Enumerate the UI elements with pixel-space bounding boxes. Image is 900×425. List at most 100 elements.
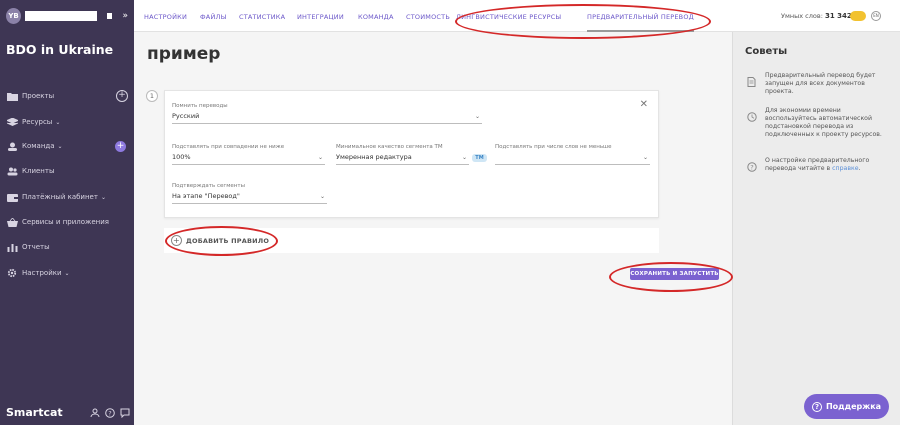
sidebar-item-services[interactable]: Сервисы и приложения bbox=[6, 213, 130, 231]
sidebar-item-label: Отчеты bbox=[22, 243, 50, 251]
double-chevron-icon[interactable]: » bbox=[122, 11, 128, 21]
redacted-username bbox=[25, 11, 97, 21]
sidebar-item-label: Ресурсы bbox=[22, 118, 53, 126]
main-content: пример 1 ✕ Помнить переводы Русский ⌄ По… bbox=[134, 32, 732, 425]
tips-title: Советы bbox=[745, 46, 788, 57]
workspace-title: BDO in Ukraine bbox=[6, 42, 114, 57]
quality-label: Минимальное качество сегмента ТМ bbox=[336, 144, 443, 150]
sidebar-bottom: Smartcat ? bbox=[6, 406, 130, 419]
close-icon[interactable]: ✕ bbox=[640, 99, 648, 110]
sidebar-item-label: Команда bbox=[22, 142, 55, 150]
support-label: Поддержка bbox=[825, 402, 882, 411]
chevron-down-icon: ⌄ bbox=[474, 113, 480, 120]
tip-text: Предварительный перевод будет запущен дл… bbox=[765, 72, 876, 95]
sidebar-top: YB » bbox=[0, 0, 134, 32]
sidebar-item-label: Клиенты bbox=[22, 167, 55, 175]
words-min-field: Подставлять при числе слов не меньше ⌄ bbox=[495, 144, 650, 165]
question-icon: ? bbox=[747, 157, 757, 172]
sidebar-item-team[interactable]: Команда ⌄ bbox=[6, 137, 130, 155]
page-title: пример bbox=[147, 44, 221, 64]
words-min-label: Подставлять при числе слов не меньше bbox=[495, 144, 612, 150]
quality-value: Умеренная редактура bbox=[336, 153, 412, 161]
coin-toggle-icon[interactable] bbox=[850, 11, 866, 21]
help-icon[interactable]: ? bbox=[105, 407, 115, 418]
tab-pretranslation[interactable]: ПРЕДВАРИТЕЛЬНЫЙ ПЕРЕВОД bbox=[587, 13, 694, 21]
chevron-down-icon: ⌄ bbox=[461, 154, 467, 161]
tab-integrations[interactable]: ИНТЕГРАЦИИ bbox=[297, 13, 344, 21]
rule-number: 1 bbox=[146, 90, 158, 102]
tab-files[interactable]: ФАЙЛЫ bbox=[200, 13, 227, 21]
save-and-run-button[interactable]: СОХРАНИТЬ И ЗАПУСТИТЬ bbox=[630, 268, 719, 280]
basket-icon bbox=[6, 217, 18, 227]
team-icon bbox=[6, 141, 18, 151]
sidebar-item-label: Платёжный кабинет bbox=[22, 193, 98, 201]
reports-icon bbox=[6, 242, 18, 252]
sidebar-item-clients[interactable]: Клиенты bbox=[6, 162, 130, 180]
tab-settings[interactable]: НАСТРОЙКИ bbox=[144, 13, 187, 21]
sidebar-item-reports[interactable]: Отчеты bbox=[6, 238, 130, 256]
avatar[interactable]: YB bbox=[6, 8, 22, 24]
sidebar: YB » BDO in Ukraine Проекты + Ресурсы ⌄ … bbox=[0, 0, 134, 425]
clock-icon bbox=[747, 107, 757, 122]
smart-words-value: 31 342 bbox=[824, 12, 852, 20]
tab-cost[interactable]: СТОИМОСТЬ bbox=[406, 13, 450, 21]
tab-statistics[interactable]: СТАТИСТИКА bbox=[239, 13, 285, 21]
tip-text: О настройке предварительного перевода чи… bbox=[765, 157, 870, 172]
smart-words-label: Умных слов: bbox=[781, 12, 823, 20]
chevron-down-icon: ⌄ bbox=[55, 118, 61, 126]
sidebar-item-resources[interactable]: Ресурсы ⌄ bbox=[6, 113, 130, 131]
tm-badge: ТМ bbox=[472, 154, 487, 162]
memory-label: Помнить переводы bbox=[172, 103, 228, 109]
words-min-select[interactable]: ⌄ bbox=[495, 153, 650, 165]
question-icon: ? bbox=[811, 401, 822, 412]
tip-item: Для экономии времени воспользуйтесь авто… bbox=[747, 107, 892, 139]
confirm-field: Подтверждать сегменты На этапе "Перевод"… bbox=[172, 183, 327, 204]
tips-panel: Советы Предварительный перевод будет зап… bbox=[732, 32, 900, 425]
memory-field: Помнить переводы Русский ⌄ bbox=[172, 103, 482, 124]
team-icon[interactable] bbox=[90, 408, 100, 418]
tip-text: Для экономии времени воспользуйтесь авто… bbox=[765, 107, 882, 138]
language-switcher[interactable]: EN bbox=[871, 11, 881, 21]
chevron-down-icon: ⌄ bbox=[57, 142, 63, 150]
square-icon[interactable] bbox=[106, 13, 113, 19]
add-team-icon[interactable]: + bbox=[115, 141, 126, 152]
memory-value: Русский bbox=[172, 112, 200, 120]
sidebar-item-label: Настройки bbox=[22, 269, 62, 277]
add-rule-label: ДОБАВИТЬ ПРАВИЛО bbox=[186, 236, 270, 245]
folder-icon bbox=[6, 91, 18, 101]
match-select[interactable]: 100% ⌄ bbox=[172, 153, 325, 165]
layers-icon bbox=[6, 117, 18, 127]
confirm-select[interactable]: На этапе "Перевод" ⌄ bbox=[172, 192, 327, 204]
sidebar-item-label: Сервисы и приложения bbox=[22, 218, 109, 226]
sidebar-item-label: Проекты bbox=[22, 92, 55, 100]
confirm-label: Подтверждать сегменты bbox=[172, 183, 245, 189]
match-value: 100% bbox=[172, 153, 191, 161]
chevron-down-icon: ⌄ bbox=[100, 193, 106, 201]
confirm-value: На этапе "Перевод" bbox=[172, 192, 240, 200]
gear-icon bbox=[6, 268, 18, 278]
add-rule-button[interactable]: + ДОБАВИТЬ ПРАВИЛО bbox=[171, 235, 269, 246]
support-button[interactable]: ? Поддержка bbox=[804, 394, 889, 419]
memory-select[interactable]: Русский ⌄ bbox=[172, 112, 482, 124]
rule-card: ✕ Помнить переводы Русский ⌄ Подставлять… bbox=[164, 90, 659, 218]
sidebar-item-settings[interactable]: Настройки ⌄ bbox=[6, 264, 130, 282]
chevron-down-icon: ⌄ bbox=[319, 193, 325, 200]
quality-select[interactable]: Умеренная редактура ⌄ bbox=[336, 153, 469, 165]
chat-icon[interactable] bbox=[120, 408, 130, 418]
tab-linguistic-resources[interactable]: ЛИНГВИСТИЧЕСКИЕ РЕСУРСЫ bbox=[456, 13, 561, 21]
quality-field: Минимальное качество сегмента ТМ Умеренн… bbox=[336, 144, 469, 165]
match-field: Подставлять при совпадении не ниже 100% … bbox=[172, 144, 325, 165]
add-project-icon[interactable]: + bbox=[116, 90, 128, 102]
top-nav: НАСТРОЙКИ ФАЙЛЫ СТАТИСТИКА ИНТЕГРАЦИИ КО… bbox=[134, 0, 900, 32]
sidebar-item-billing[interactable]: Платёжный кабинет ⌄ bbox=[6, 188, 130, 206]
clients-icon bbox=[6, 166, 18, 176]
sidebar-item-projects[interactable]: Проекты bbox=[6, 87, 130, 105]
tab-team[interactable]: КОМАНДА bbox=[358, 13, 394, 21]
document-icon bbox=[747, 72, 757, 87]
plus-circle-icon: + bbox=[171, 235, 182, 246]
help-link[interactable]: справке bbox=[832, 165, 858, 172]
tip-item: ? О настройке предварительного перевода … bbox=[747, 157, 892, 173]
chevron-down-icon: ⌄ bbox=[642, 154, 648, 161]
brand-logo: Smartcat bbox=[6, 406, 63, 419]
wallet-icon bbox=[6, 192, 18, 202]
